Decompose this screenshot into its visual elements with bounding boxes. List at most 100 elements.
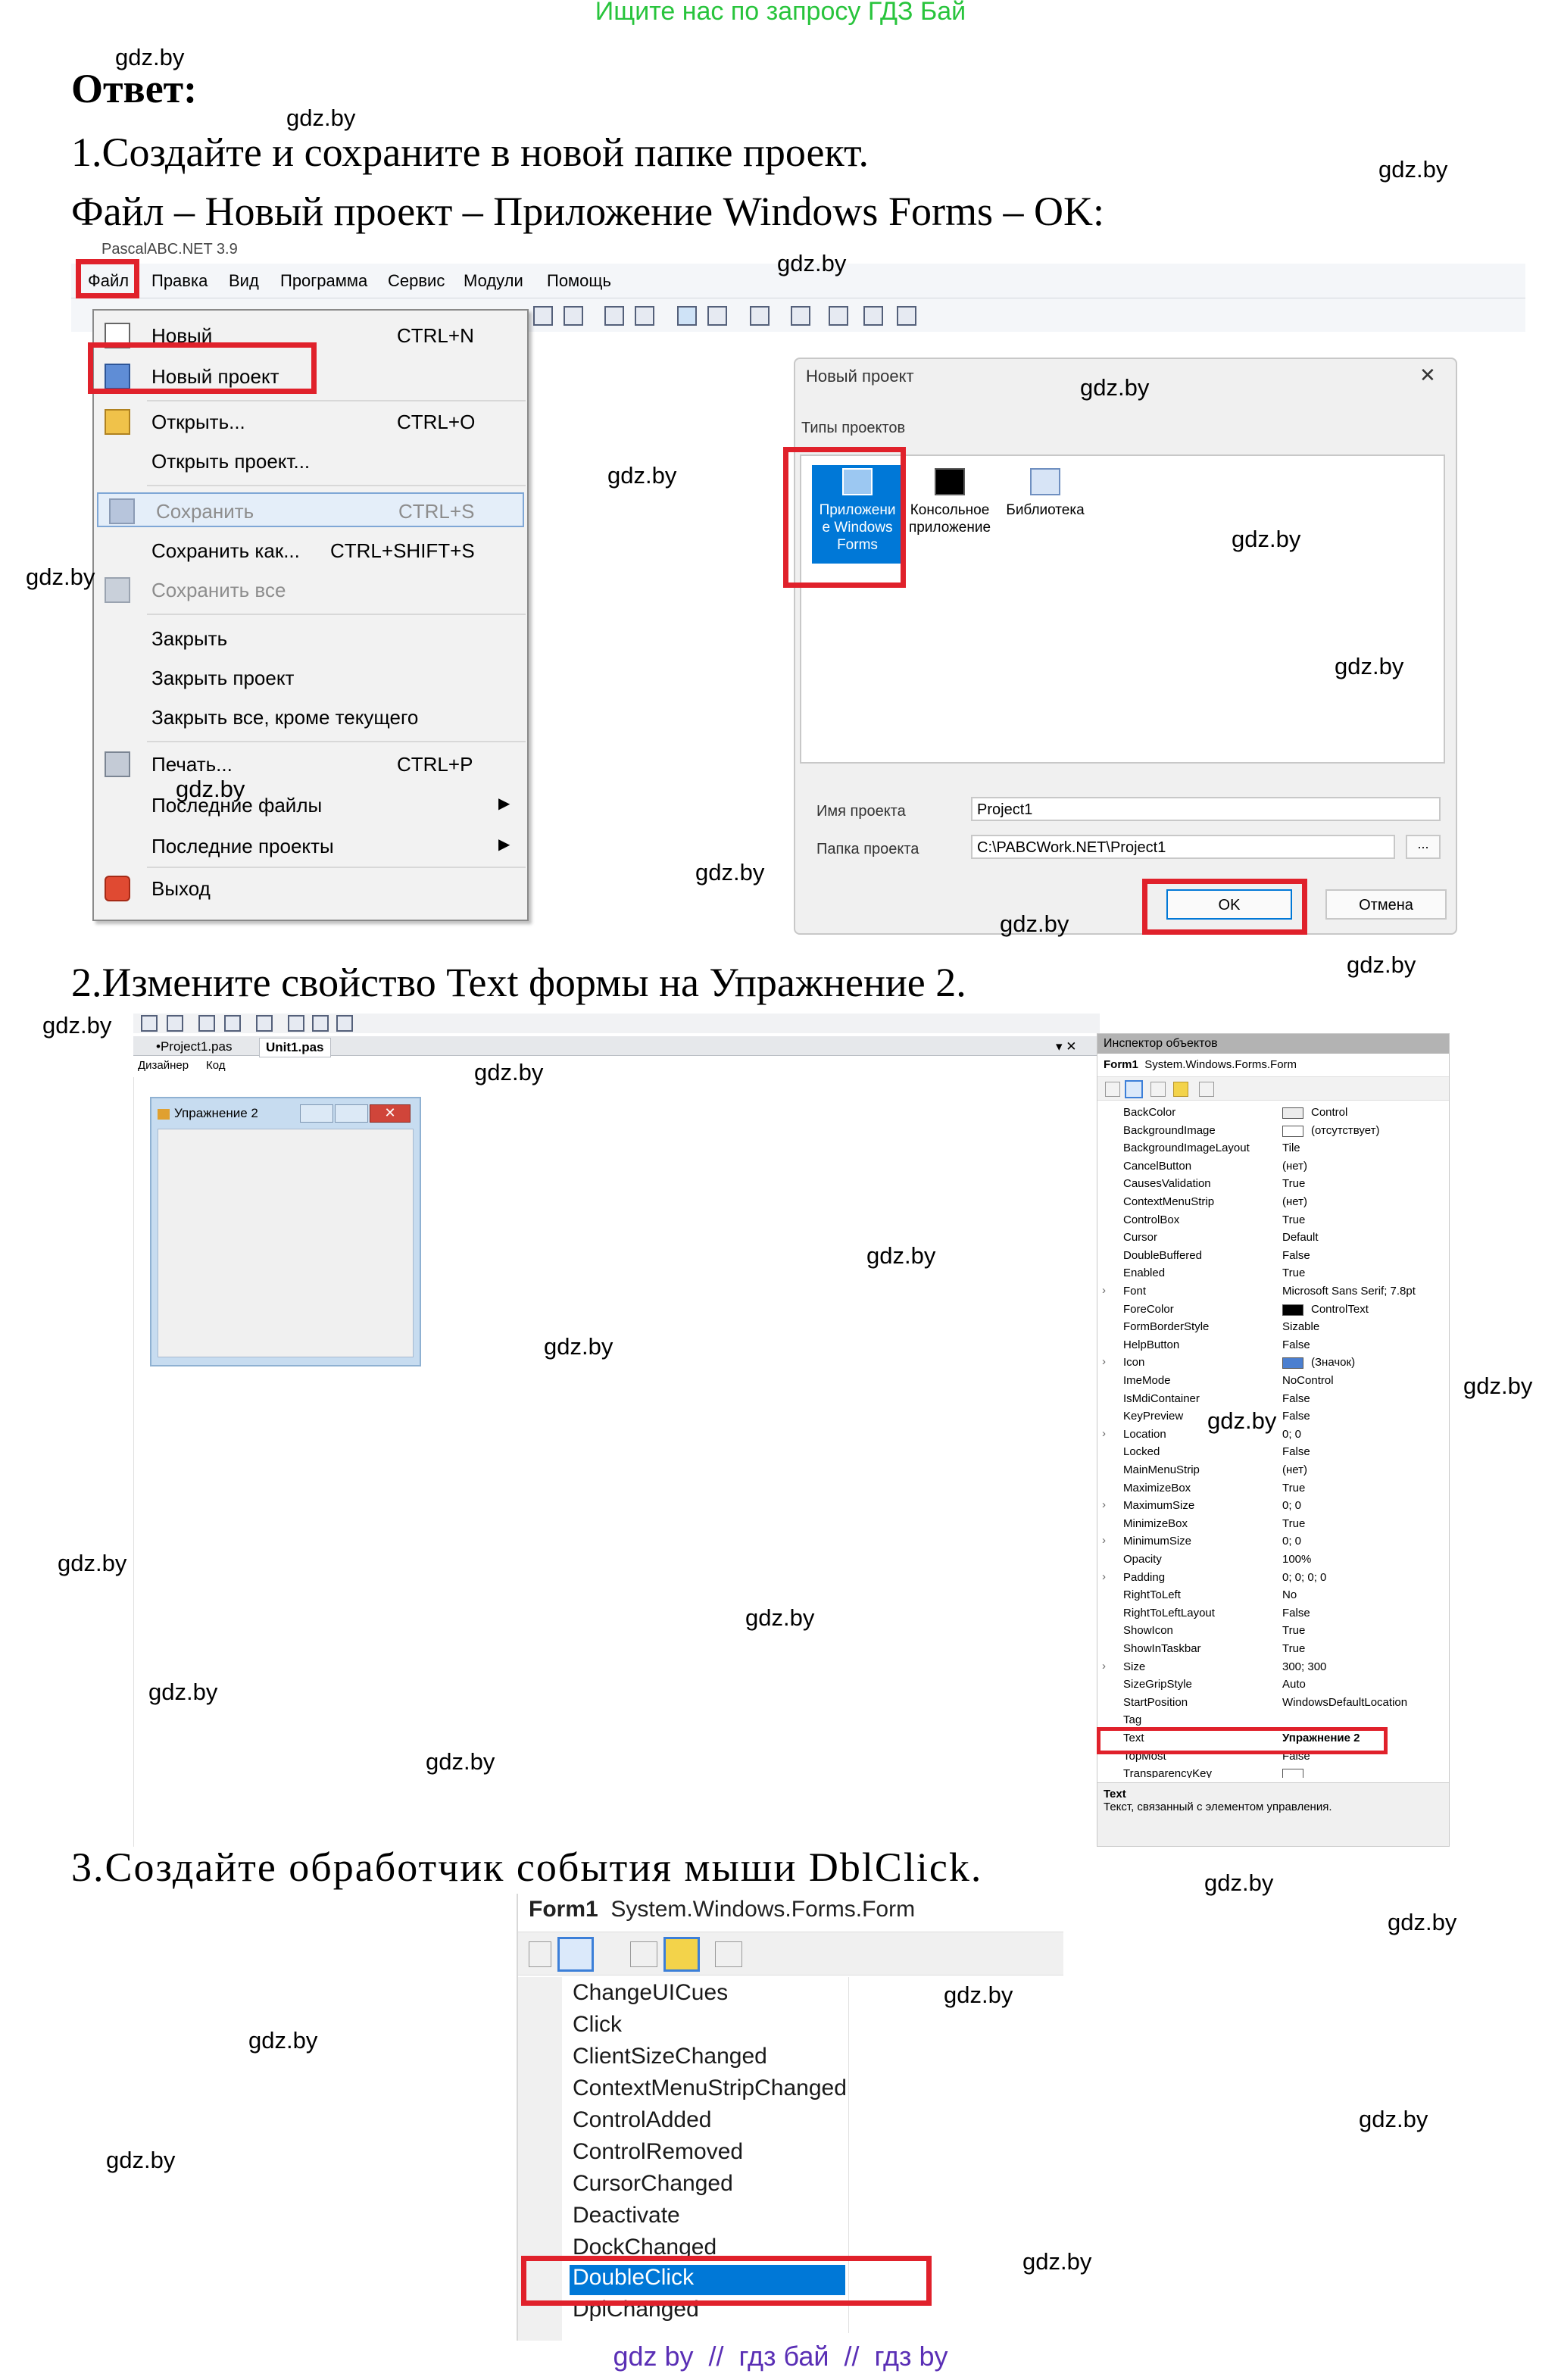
expand-arrow-icon[interactable]: › (1102, 1534, 1106, 1547)
property-value[interactable]: False (1282, 1392, 1310, 1405)
property-value[interactable]: NoControl (1282, 1374, 1334, 1387)
property-value[interactable]: Default (1282, 1231, 1319, 1244)
property-value[interactable]: (нет) (1282, 1160, 1307, 1173)
property-row[interactable]: BackgroundImage (отсутствует) (1097, 1122, 1449, 1140)
property-value[interactable]: Tile (1282, 1142, 1300, 1154)
property-value[interactable]: Control (1311, 1106, 1347, 1119)
menu-item-recent-files[interactable]: Последние файлы ▶ (94, 788, 527, 823)
property-row[interactable]: ShowInTaskbar True (1097, 1640, 1449, 1658)
menu-item-close[interactable]: Закрыть (94, 621, 527, 656)
event-click[interactable]: Click (573, 2012, 622, 2038)
toolbar-button-icon[interactable] (564, 306, 583, 326)
toolbar-button-icon[interactable] (604, 306, 624, 326)
property-row[interactable]: StartPosition WindowsDefaultLocation (1097, 1694, 1449, 1712)
property-value[interactable]: 100% (1282, 1553, 1311, 1566)
property-value[interactable]: True (1282, 1213, 1305, 1226)
project-type-console[interactable]: Консольное приложение (904, 465, 995, 548)
subtab-code[interactable]: Код (206, 1059, 226, 1072)
menu-edit[interactable]: Правка (151, 271, 208, 291)
event-changeuicues[interactable]: ChangeUICues (573, 1980, 728, 2006)
property-row[interactable]: ContextMenuStrip (нет) (1097, 1193, 1449, 1211)
event-cursorchanged[interactable]: CursorChanged (573, 2171, 733, 2197)
close-icon[interactable]: ✕ (1419, 364, 1436, 387)
expand-arrow-icon[interactable]: › (1102, 1284, 1106, 1297)
property-row[interactable]: ShowIcon True (1097, 1622, 1449, 1640)
property-value[interactable]: ControlText (1311, 1303, 1369, 1316)
event-clientsizechanged[interactable]: ClientSizeChanged (573, 2044, 767, 2069)
properties-icon[interactable] (1150, 1082, 1166, 1097)
menu-item-save[interactable]: Сохранить CTRL+S (97, 492, 524, 527)
property-value[interactable]: 0; 0 (1282, 1535, 1301, 1548)
maximize-icon[interactable] (335, 1104, 368, 1123)
property-row[interactable]: › Icon (Значок) (1097, 1354, 1449, 1372)
toolbar-button-icon[interactable] (897, 306, 916, 326)
menu-program[interactable]: Программа (280, 271, 367, 291)
project-type-library[interactable]: Библиотека (998, 465, 1092, 526)
project-folder-input[interactable]: C:\PABCWork.NET\Project1 (971, 835, 1395, 859)
toolbar-button-icon[interactable] (863, 306, 883, 326)
form-window[interactable]: Упражнение 2 ✕ (150, 1097, 421, 1366)
property-row[interactable]: › MaximumSize 0; 0 (1097, 1497, 1449, 1515)
browse-button[interactable]: ... (1406, 835, 1441, 859)
menu-service[interactable]: Сервис (388, 271, 445, 291)
property-row[interactable]: BackColor Control (1097, 1104, 1449, 1122)
property-row[interactable]: RightToLeft No (1097, 1586, 1449, 1604)
event-controladded[interactable]: ControlAdded (573, 2107, 711, 2133)
property-value[interactable]: False (1282, 1607, 1310, 1619)
property-value[interactable]: True (1282, 1517, 1305, 1530)
toolbar-button-icon[interactable] (312, 1015, 329, 1032)
menu-item-open-project[interactable]: Открыть проект... (94, 444, 527, 479)
property-row[interactable]: › Size 300; 300 (1097, 1658, 1449, 1676)
property-value[interactable]: No (1282, 1588, 1297, 1601)
pages-icon[interactable] (715, 1941, 742, 1967)
expand-arrow-icon[interactable]: › (1102, 1427, 1106, 1440)
property-row[interactable]: MinimizeBox True (1097, 1515, 1449, 1533)
expand-arrow-icon[interactable]: › (1102, 1355, 1106, 1368)
property-value[interactable]: Sizable (1282, 1320, 1319, 1333)
property-value[interactable]: 300; 300 (1282, 1660, 1326, 1673)
property-row[interactable]: ControlBox True (1097, 1211, 1449, 1229)
tab-unit1[interactable]: Unit1.pas (259, 1038, 331, 1057)
property-value[interactable]: False (1282, 1249, 1310, 1262)
event-deactivate[interactable]: Deactivate (573, 2203, 680, 2229)
property-value[interactable]: True (1282, 1267, 1305, 1279)
property-value[interactable]: Auto (1282, 1678, 1306, 1691)
property-value[interactable]: False (1282, 1338, 1310, 1351)
menu-item-print[interactable]: Печать... CTRL+P (94, 747, 527, 782)
expand-arrow-icon[interactable]: › (1102, 1570, 1106, 1583)
toolbar-button-icon[interactable] (677, 306, 697, 326)
menu-item-close-all-but-current[interactable]: Закрыть все, кроме текущего (94, 700, 527, 735)
toolbar-button-icon[interactable] (750, 306, 770, 326)
toolbar-button-icon[interactable] (167, 1015, 183, 1032)
properties-icon[interactable] (630, 1941, 657, 1967)
property-row[interactable]: MaximizeBox True (1097, 1479, 1449, 1498)
menu-help[interactable]: Помощь (547, 271, 611, 291)
property-row[interactable]: ImeMode NoControl (1097, 1372, 1449, 1390)
property-row[interactable]: › Padding 0; 0; 0; 0 (1097, 1569, 1449, 1587)
menu-item-exit[interactable]: Выход (94, 871, 527, 906)
property-row[interactable]: HelpButton False (1097, 1336, 1449, 1354)
property-row[interactable]: › MinimumSize 0; 0 (1097, 1532, 1449, 1551)
property-row[interactable]: DoubleBuffered False (1097, 1247, 1449, 1265)
menu-view[interactable]: Вид (229, 271, 259, 291)
event-contextmenustripchanged[interactable]: ContextMenuStripChanged (573, 2075, 847, 2101)
property-value[interactable]: True (1282, 1177, 1305, 1190)
property-value[interactable]: (Значок) (1311, 1356, 1355, 1369)
toolbar-button-icon[interactable] (707, 306, 727, 326)
toolbar-button-icon[interactable] (224, 1015, 241, 1032)
menu-item-open[interactable]: Открыть... CTRL+O (94, 404, 527, 439)
events-icon[interactable] (663, 1937, 700, 1972)
property-row[interactable]: CausesValidation True (1097, 1175, 1449, 1193)
toolbar-button-icon[interactable] (288, 1015, 304, 1032)
property-row[interactable]: BackgroundImageLayout Tile (1097, 1139, 1449, 1157)
property-value[interactable]: WindowsDefaultLocation (1282, 1696, 1407, 1709)
close-icon[interactable]: ✕ (370, 1104, 411, 1123)
toolbar-button-icon[interactable] (141, 1015, 158, 1032)
property-value[interactable]: True (1282, 1624, 1305, 1637)
cancel-button[interactable]: Отмена (1325, 889, 1447, 920)
property-row[interactable]: › Font Microsoft Sans Serif; 7.8pt (1097, 1282, 1449, 1301)
events-icon[interactable] (1173, 1082, 1188, 1097)
property-value[interactable]: 0; 0 (1282, 1499, 1301, 1512)
property-value[interactable]: (отсутствует) (1311, 1124, 1379, 1137)
property-row[interactable]: SizeGripStyle Auto (1097, 1676, 1449, 1694)
